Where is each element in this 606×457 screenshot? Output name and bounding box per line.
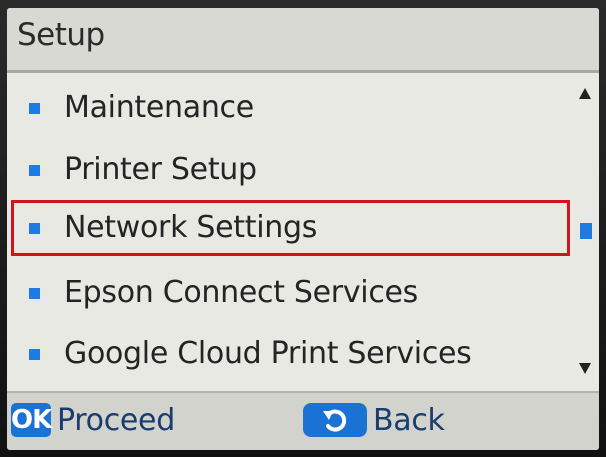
scroll-thumb[interactable] (580, 223, 592, 239)
footer-bar: OK Proceed Back (7, 391, 599, 450)
bullet-icon (29, 103, 40, 114)
menu-item-label: Maintenance (64, 90, 254, 125)
back-arrow-icon[interactable] (303, 403, 367, 437)
menu-item-google-cloud-print-services[interactable]: Google Cloud Print Services (7, 324, 575, 386)
back-label: Back (373, 403, 445, 438)
lcd-screen: Setup Maintenance Printer Setup Network … (7, 8, 599, 450)
printer-lcd-bezel: Setup Maintenance Printer Setup Network … (0, 0, 606, 457)
title-bar: Setup (7, 8, 599, 73)
menu-item-epson-connect-services[interactable]: Epson Connect Services (7, 263, 575, 325)
back-arrow-glyph (323, 409, 347, 432)
menu-item-label: Printer Setup (64, 152, 257, 187)
menu-item-maintenance[interactable]: Maintenance (7, 78, 575, 140)
scroll-up-arrow-icon[interactable] (579, 88, 591, 99)
bullet-icon (29, 165, 40, 176)
menu-item-label: Google Cloud Print Services (64, 336, 472, 371)
menu-item-label: Epson Connect Services (64, 275, 419, 310)
selection-highlight (11, 200, 570, 256)
page-title: Setup (17, 17, 105, 53)
scrollbar[interactable] (577, 88, 599, 378)
ok-key-icon[interactable]: OK (11, 403, 52, 437)
scroll-down-arrow-icon[interactable] (579, 363, 591, 374)
proceed-label: Proceed (57, 403, 175, 438)
bullet-icon (29, 349, 40, 360)
bullet-icon (29, 288, 40, 299)
menu-item-printer-setup[interactable]: Printer Setup (7, 140, 575, 202)
